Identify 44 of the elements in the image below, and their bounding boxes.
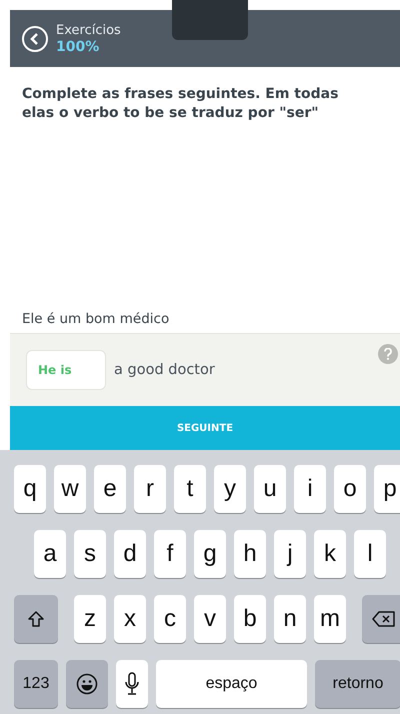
letter-key[interactable]: c [154,595,186,643]
letter-key[interactable]: p [374,465,400,513]
emoji-key[interactable] [66,660,108,708]
letter-key[interactable]: q [14,465,46,513]
letter-key[interactable]: r [134,465,166,513]
letter-key[interactable]: e [94,465,126,513]
letter-key[interactable]: b [234,595,266,643]
letter-key[interactable]: h [234,530,266,578]
shift-key[interactable] [14,595,58,643]
letter-key[interactable]: d [114,530,146,578]
screen-title: Exercícios [56,22,121,38]
instruction-text: Complete as frases seguintes. Em todas elas o verbo to be se traduz por "ser" [22,85,340,123]
letter-key[interactable]: l [354,530,386,578]
prompt-text: Ele é um bom médico [22,311,170,327]
letter-key[interactable]: k [314,530,346,578]
microphone-icon [125,672,139,696]
return-key[interactable]: retorno [315,660,400,708]
smiley-icon [76,673,98,695]
backspace-key[interactable] [362,595,400,643]
letter-key[interactable]: j [274,530,306,578]
letter-key[interactable]: o [334,465,366,513]
letter-key[interactable]: y [214,465,246,513]
sentence-text: a good doctor [114,362,215,378]
letter-key[interactable]: v [194,595,226,643]
progress-text: 100% [56,38,100,56]
numbers-key[interactable]: 123 [14,660,58,708]
microphone-key[interactable] [116,660,148,708]
letter-key[interactable]: m [314,595,346,643]
letter-key[interactable]: u [254,465,286,513]
letter-key[interactable]: t [174,465,206,513]
letter-key[interactable]: n [274,595,306,643]
back-icon [30,32,40,44]
back-button[interactable] [22,26,48,52]
letter-key[interactable]: i [294,465,326,513]
backspace-icon [372,611,396,627]
letter-key[interactable]: a [34,530,66,578]
space-bar[interactable]: espaço [156,660,307,708]
letter-key[interactable]: z [74,595,106,643]
shift-icon [27,610,45,628]
letter-key[interactable]: f [154,530,186,578]
letter-key[interactable]: w [54,465,86,513]
letter-key[interactable]: g [194,530,226,578]
letter-key[interactable]: x [114,595,146,643]
letter-key[interactable]: s [74,530,106,578]
